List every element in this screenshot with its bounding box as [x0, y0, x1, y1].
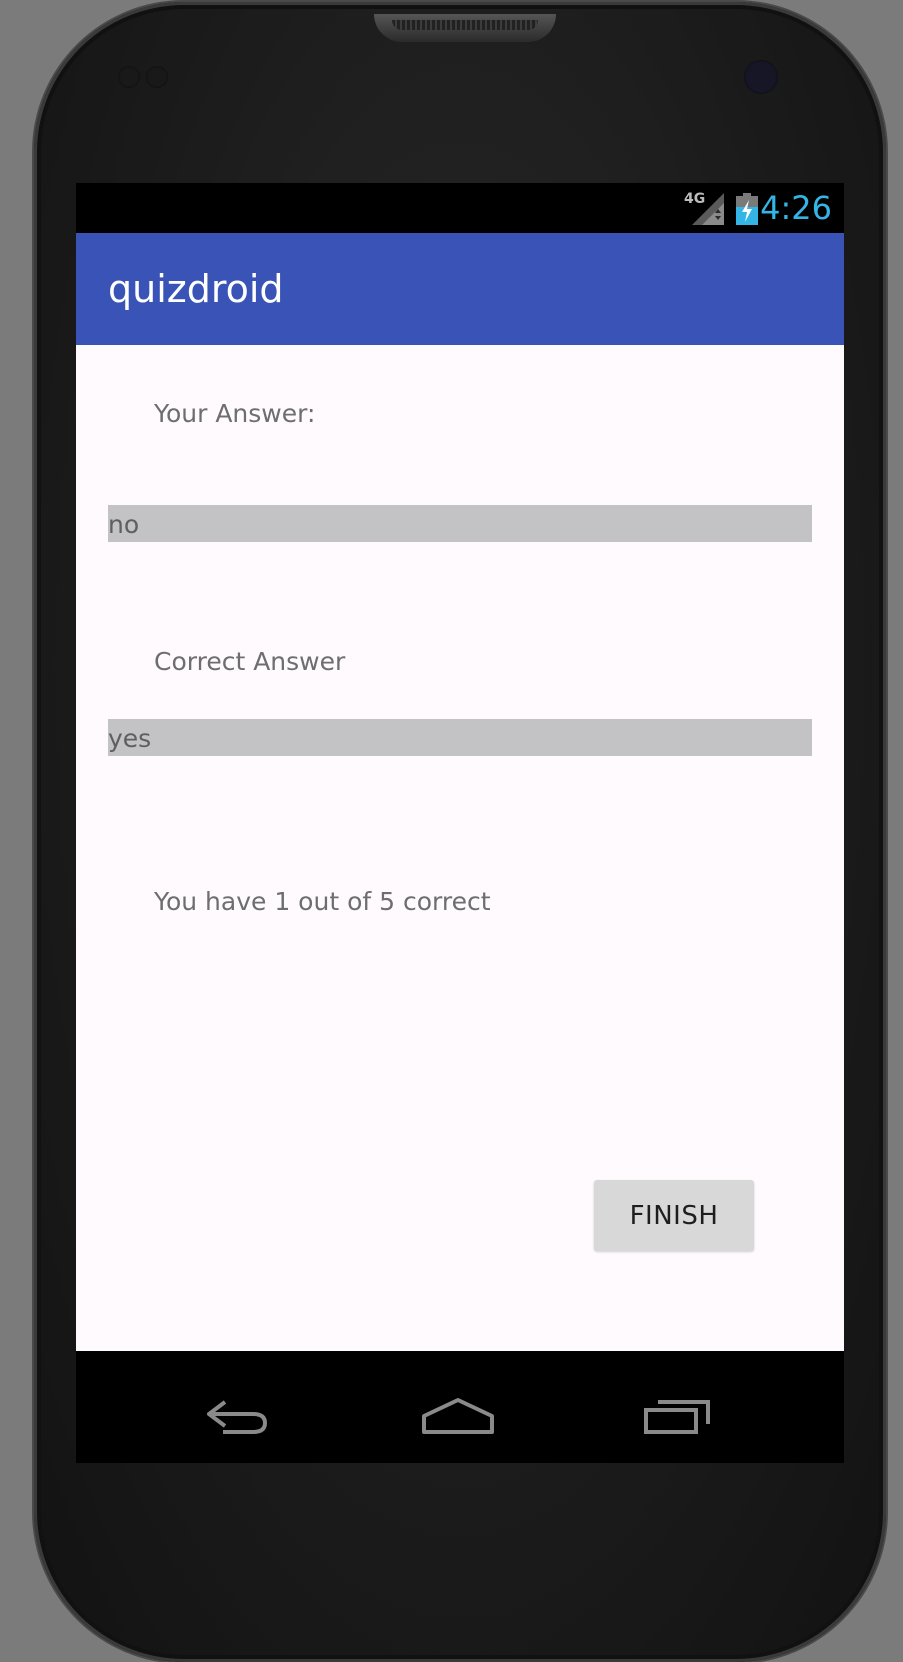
back-button[interactable] — [171, 1368, 301, 1463]
earpiece-speaker — [374, 14, 556, 42]
sensor-dot — [118, 66, 140, 88]
device-screen: 4G 4:26 quizdroid Your Answer: no Correc… — [76, 183, 844, 1463]
result-screen: Your Answer: no Correct Answer yes You h… — [76, 345, 844, 1351]
battery-charging-icon — [736, 193, 758, 225]
correct-answer-label: Correct Answer — [154, 647, 346, 676]
your-answer-label: Your Answer: — [154, 399, 316, 428]
recent-apps-button[interactable] — [612, 1368, 742, 1463]
navigation-bar — [76, 1368, 844, 1463]
network-type-label: 4G — [684, 191, 706, 207]
front-camera — [744, 60, 778, 94]
home-button[interactable] — [390, 1368, 520, 1463]
back-icon — [207, 1400, 268, 1434]
sensor-dot — [146, 66, 168, 88]
home-icon — [422, 1398, 494, 1434]
app-toolbar: quizdroid — [76, 233, 844, 345]
your-answer-field: no — [108, 505, 812, 542]
app-title: quizdroid — [108, 267, 284, 311]
status-clock: 4:26 — [760, 189, 832, 227]
correct-answer-field: yes — [108, 719, 812, 756]
recent-apps-icon — [644, 1400, 710, 1434]
status-bar: 4G 4:26 — [76, 183, 844, 233]
score-text: You have 1 out of 5 correct — [154, 887, 491, 916]
finish-button[interactable]: FINISH — [594, 1180, 754, 1251]
